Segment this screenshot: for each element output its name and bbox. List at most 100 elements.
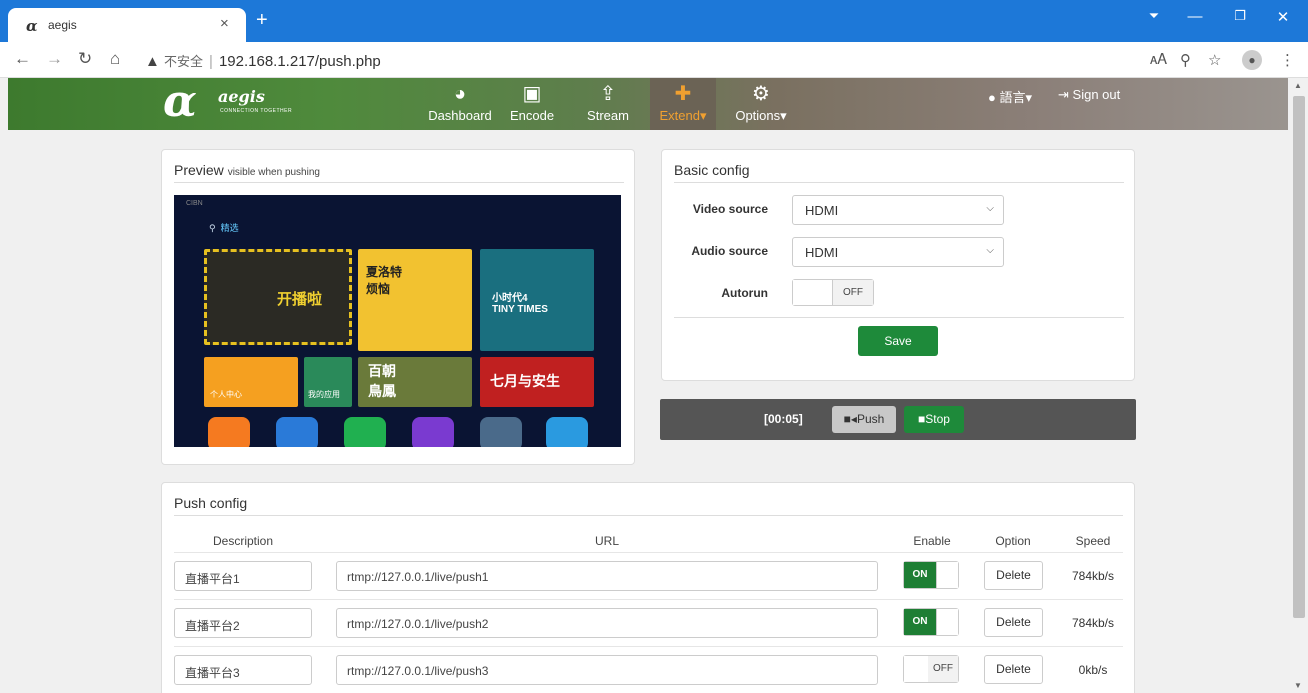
video-source-select[interactable]: HDMI ⌵ [792,195,1004,225]
scroll-down-icon[interactable]: ▼ [1294,681,1302,690]
translate-icon[interactable]: 🗚 [1150,51,1167,68]
preview-app-mi-icon [208,417,250,447]
tab-close-icon[interactable]: × [220,15,229,32]
speed-value: 0kb/s [1078,663,1108,677]
sign-out-link[interactable]: ⇥ Sign out [1058,87,1120,103]
push-config-divider [174,515,1123,516]
preview-tile-3-label: 小时代4 TINY TIMES [492,293,548,315]
preview-tile-6: 百朝鳥鳳 [358,357,472,407]
url-input[interactable]: rtmp://127.0.0.1/live/push3 [336,655,878,685]
logo-tagline: CONNECTION TOGETHER [220,108,293,114]
browser-toolbar: ← → ↻ ⌂ ▲ 不安全 | 192.168.1.217/push.php 🗚 ⚲… [0,42,1308,78]
preview-tile-6-label: 百朝鳥鳳 [368,363,396,399]
address-bar[interactable]: ▲ 不安全 | 192.168.1.217/push.php [145,51,381,70]
nav-encode-label: Encode [509,108,555,123]
preview-tile-2-label: 夏洛特烦恼 [366,265,403,296]
row-divider [174,646,1123,647]
url-input[interactable]: rtmp://127.0.0.1/live/push2 [336,608,878,638]
enable-state: ON [904,562,936,588]
window-close-icon[interactable]: ✕ [1268,8,1298,26]
sign-out-label: Sign out [1072,87,1121,102]
push-config-title: Push config [174,495,248,511]
address-url: 192.168.1.217/push.php [218,53,381,70]
profile-icon[interactable]: ● [1242,50,1262,70]
restore-icon[interactable]: ❐ [1225,8,1255,24]
stream-timer: [00:05] [764,412,803,426]
warning-icon: ▲ [145,53,160,70]
nav-stream-label: Stream [587,108,629,123]
preview-app-cloud-icon [546,417,588,447]
column-header-option: Option [995,534,1031,548]
preview-tile-3: 小时代4 TINY TIMES [480,249,594,351]
new-tab-icon[interactable]: + [256,9,268,32]
nav-encode[interactable]: ▣ Encode [502,82,562,123]
page-scrollbar[interactable]: ▲ ▼ [1290,78,1308,693]
image-icon: ▣ [522,83,542,105]
nav-dashboard-label: Dashboard [428,108,492,123]
preview-tile-7: 七月与安生 [480,357,594,407]
upload-icon: ⇪ [599,83,617,105]
video-source-value: HDMI [805,203,839,218]
preview-title-text: Preview [174,162,224,178]
toggle-knob [793,280,833,305]
zoom-icon[interactable]: ⚲ [1180,51,1191,69]
toggle-knob [936,609,958,635]
nav-dashboard[interactable]: ◕ Dashboard [420,82,500,123]
push-config-panel: Push config Description URL Enable Optio… [161,482,1135,693]
audio-source-value: HDMI [805,245,839,260]
nav-stream[interactable]: ⇪ Stream [578,82,638,123]
preview-title: Preview visible when pushing [174,162,320,178]
description-input[interactable]: 直播平台2 [174,608,312,638]
enable-toggle[interactable]: ON [903,561,959,589]
autorun-label: Autorun [721,286,768,300]
menu-icon[interactable]: ⋮ [1280,51,1295,69]
browser-tab[interactable]: α aegis × [8,8,246,42]
nav-options[interactable]: ⚙ Options▾ [726,82,796,124]
delete-button[interactable]: Delete [984,561,1043,590]
minimize-icon[interactable]: — [1180,8,1210,25]
preview-app-play-icon [276,417,318,447]
chevron-down-icon: ⌵ [986,203,994,214]
scroll-up-icon[interactable]: ▲ [1294,81,1302,90]
chrome-profile-dropdown-icon[interactable]: ⏷ [1139,8,1169,24]
star-icon[interactable]: ☆ [1208,51,1221,69]
description-input[interactable]: 直播平台3 [174,655,312,685]
save-button[interactable]: Save [858,326,938,356]
delete-button[interactable]: Delete [984,608,1043,637]
description-input[interactable]: 直播平台1 [174,561,312,591]
language-dropdown[interactable]: ● 語言▾ [988,87,1032,106]
video-camera-icon: ■◂ [843,412,857,426]
column-header-speed: Speed [1075,534,1111,548]
preview-search-tab: ⚲ 精选 [209,223,239,233]
preview-app-game-icon [412,417,454,447]
browser-tabstrip: α aegis × + ⏷ — ❐ ✕ [0,0,1308,42]
audio-source-select[interactable]: HDMI ⌵ [792,237,1004,267]
autorun-toggle[interactable]: OFF [792,279,874,306]
audio-source-label: Audio source [691,244,768,258]
globe-icon: ● [988,90,996,105]
enable-toggle[interactable]: ON [903,608,959,636]
dashboard-icon: ◕ [453,83,467,105]
basic-config-footer-divider [674,317,1124,318]
back-icon[interactable]: ← [14,49,31,69]
speed-value: 784kb/s [1071,616,1115,630]
sign-out-icon: ⇥ [1058,87,1069,102]
scroll-thumb[interactable] [1293,96,1305,618]
toggle-knob [904,656,930,682]
push-button[interactable]: ■◂Push [832,406,896,433]
enable-toggle[interactable]: OFF [903,655,959,683]
url-input[interactable]: rtmp://127.0.0.1/live/push1 [336,561,878,591]
autorun-state: OFF [833,280,873,305]
site-navbar: α aegis CONNECTION TOGETHER ◕ Dashboard … [8,76,1288,130]
preview-app-settings-icon [480,417,522,447]
toggle-knob [936,562,958,588]
nav-extend[interactable]: ✚ Extend▾ [650,78,716,130]
row-divider [174,599,1123,600]
forward-icon[interactable]: → [46,49,63,69]
aegis-favicon-icon: α [26,17,38,35]
reload-icon[interactable]: ↻ [78,49,92,69]
stop-button[interactable]: ■Stop [904,406,964,433]
delete-button[interactable]: Delete [984,655,1043,684]
preview-tile-5: 我的应用 [304,357,352,407]
home-icon[interactable]: ⌂ [110,49,120,69]
